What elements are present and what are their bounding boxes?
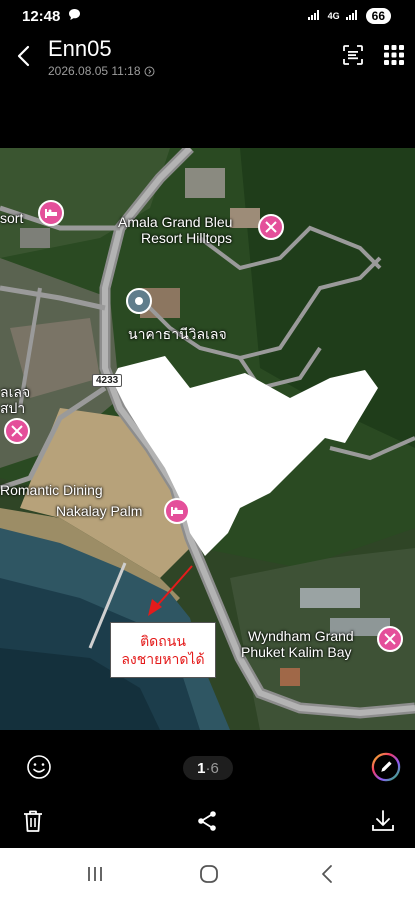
system-back-button[interactable] [314, 862, 340, 886]
map-label-wyndham-line2: Phuket Kalim Bay [241, 644, 352, 660]
hotel-pin-icon-2[interactable] [164, 498, 190, 524]
photo-image[interactable]: sort Amala Grand Bleu Resort Hilltops นา… [0, 148, 415, 730]
restaurant-pin-icon[interactable] [258, 214, 284, 240]
scan-text-icon [343, 45, 363, 65]
text-recognition-button[interactable] [340, 42, 366, 68]
edit-pencil-icon [371, 752, 401, 782]
recents-icon [88, 867, 102, 881]
map-label-spa-line1: ลเลจ [0, 384, 31, 400]
home-icon [200, 865, 218, 883]
map-label-nakalay: Nakalay Palm [56, 503, 143, 519]
edit-button[interactable] [371, 752, 401, 782]
download-icon [372, 810, 394, 831]
back-chevron-icon [322, 865, 332, 883]
datetime-text: 2026.08.05 11:18 [48, 64, 141, 78]
map-label-spa-line2: สปา [0, 400, 26, 416]
annotation-line1: ติดถนน [140, 633, 186, 649]
map-label-wyndham-line1: Wyndham Grand [248, 628, 354, 644]
share-button[interactable] [192, 806, 222, 836]
photo-datetime: 2026.08.05 11:18 [48, 64, 155, 78]
chat-notification-icon [68, 8, 81, 25]
back-arrow-icon [17, 45, 30, 67]
road-number-badge: 4233 [92, 374, 123, 387]
map-label-amala-line1: Amala Grand Bleu [118, 214, 233, 230]
map-label-thai-place: นาคาธานีวิลเลจ [128, 326, 227, 342]
restaurant-pin-icon-2[interactable] [4, 418, 30, 444]
action-bar [0, 800, 415, 846]
status-indicators: 4G 66 [307, 8, 391, 24]
annotation-line2: ลงชายหาดได้ [121, 651, 205, 667]
grid-icon [384, 45, 404, 65]
signal-icon-2 [345, 9, 360, 23]
location-pin-icon[interactable] [126, 288, 152, 314]
share-icon [198, 811, 216, 831]
network-type: 4G [327, 11, 340, 21]
page-current: 1 [197, 759, 206, 777]
page-total: 6 [210, 759, 219, 777]
viewer-controls: 1 · 6 [0, 748, 415, 788]
back-button[interactable] [10, 42, 36, 70]
more-apps-button[interactable] [381, 42, 407, 68]
download-button[interactable] [368, 806, 398, 836]
system-nav-bar [0, 848, 415, 900]
recent-apps-button[interactable] [82, 862, 108, 886]
status-time: 12:48 [22, 7, 61, 25]
page-indicator[interactable]: 1 · 6 [183, 756, 233, 780]
smiley-icon [27, 755, 51, 779]
page-title: Enn05 [48, 36, 112, 61]
delete-button[interactable] [18, 806, 48, 836]
trash-icon [24, 810, 42, 832]
info-icon [144, 66, 155, 76]
hotel-pin-icon[interactable] [38, 200, 64, 226]
viewer-header: Enn05 2026.08.05 11:18 [0, 32, 415, 84]
status-bar: 12:48 4G 66 [0, 0, 415, 32]
emoji-button[interactable] [24, 752, 54, 782]
map-label-sort: sort [0, 210, 24, 226]
annotation-note: ติดถนน ลงชายหาดได้ [110, 622, 216, 678]
home-button[interactable] [196, 862, 222, 886]
map-label-amala-line2: Resort Hilltops [141, 230, 233, 246]
map-label-romantic: Romantic Dining [0, 482, 103, 498]
restaurant-pin-icon-3[interactable] [377, 626, 403, 652]
battery-indicator: 66 [365, 8, 391, 24]
signal-icon [307, 9, 322, 23]
